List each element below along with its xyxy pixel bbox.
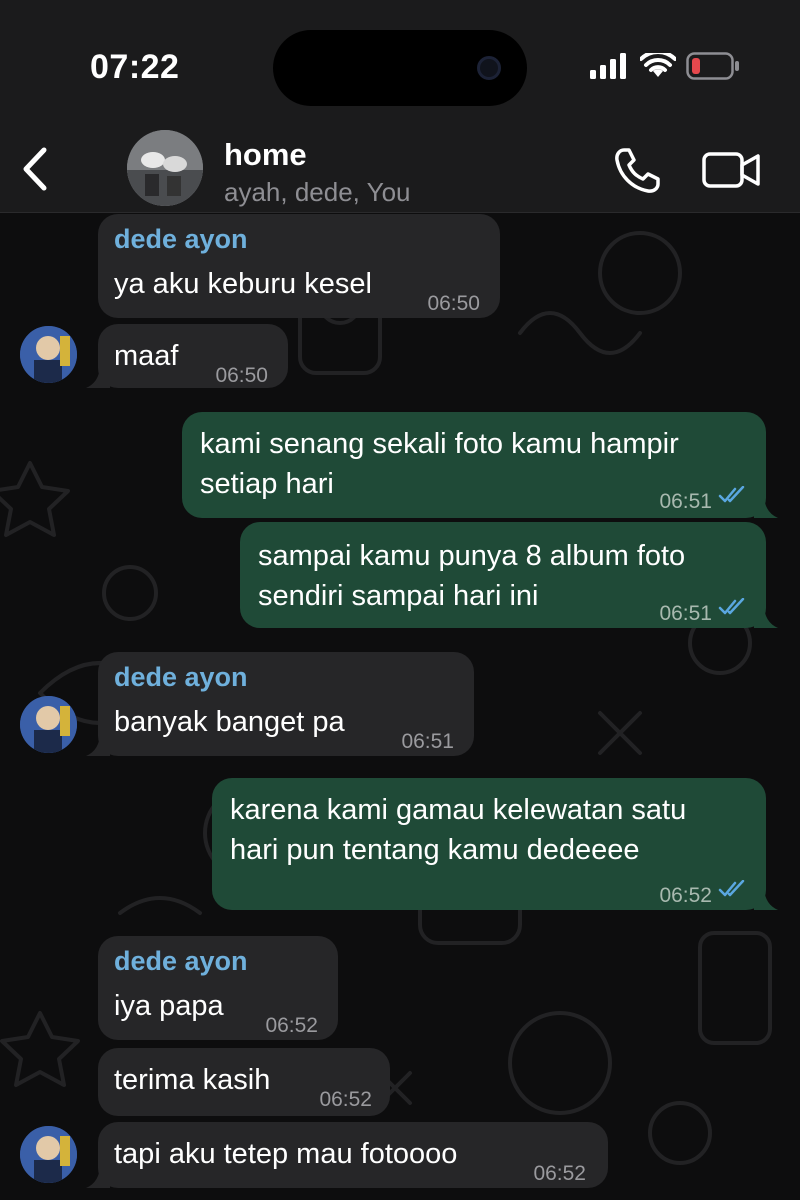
bubble-tail xyxy=(754,494,778,518)
sender-photo xyxy=(20,1126,77,1183)
message-text: sampai kamu punya 8 album foto xyxy=(258,540,686,572)
group-photo xyxy=(127,130,203,206)
message-bubble-incoming[interactable]: dede ayon ya aku keburu kesel 06:50 xyxy=(98,214,500,318)
battery-icon xyxy=(686,52,739,80)
message-bubble-incoming[interactable]: tapi aku tetep mau fotoooo 06:52 xyxy=(86,1122,608,1188)
message-bubble-incoming[interactable]: maaf 06:50 xyxy=(86,324,288,388)
sender-name: dede ayon xyxy=(114,662,248,692)
message-time: 06:52 xyxy=(319,1088,372,1111)
status-time: 07:22 xyxy=(90,48,180,86)
message-bubble-outgoing[interactable]: kami senang sekali foto kamu hampir seti… xyxy=(182,412,778,518)
back-chevron-icon[interactable] xyxy=(16,144,56,194)
sender-name: dede ayon xyxy=(114,224,248,254)
wifi-icon xyxy=(640,53,676,77)
message-text: tapi aku tetep mau fotoooo xyxy=(114,1138,458,1170)
message-bubble-incoming[interactable]: terima kasih 06:52 xyxy=(98,1048,390,1116)
bubble-tail xyxy=(86,732,110,756)
status-bar: 07:22 xyxy=(0,0,800,120)
message-text: banyak banget pa xyxy=(114,706,345,738)
message-text-line2: sendiri sampai hari ini xyxy=(258,580,539,612)
read-receipt-icon xyxy=(718,880,745,897)
message-time: 06:51 xyxy=(659,602,712,625)
video-camera-icon[interactable] xyxy=(702,148,760,192)
sender-photo xyxy=(20,326,77,383)
phone-icon[interactable] xyxy=(612,146,662,196)
dynamic-island xyxy=(273,30,527,106)
bubble-tail xyxy=(754,886,778,910)
sender-photo xyxy=(20,696,77,753)
read-receipt-icon xyxy=(718,486,745,503)
message-time: 06:51 xyxy=(401,730,454,753)
chat-members[interactable]: ayah, dede, You xyxy=(224,177,411,208)
message-time: 06:50 xyxy=(427,292,480,315)
chat-header: home ayah, dede, You xyxy=(0,120,800,213)
bubble-tail xyxy=(86,364,110,388)
message-text: karena kami gamau kelewatan satu xyxy=(230,794,687,826)
message-time: 06:52 xyxy=(659,884,712,907)
status-icons xyxy=(590,52,740,80)
message-text: terima kasih xyxy=(114,1064,271,1096)
message-time: 06:50 xyxy=(215,364,268,387)
message-text-line2: hari pun tentang kamu dedeeee xyxy=(230,834,640,866)
message-bubble-outgoing[interactable]: karena kami gamau kelewatan satu hari pu… xyxy=(212,778,778,910)
bubble-tail xyxy=(754,604,778,628)
message-text: iya papa xyxy=(114,990,224,1022)
front-camera-icon xyxy=(477,56,501,80)
message-text: kami senang sekali foto kamu hampir xyxy=(200,428,679,460)
avatar[interactable] xyxy=(20,1126,77,1183)
message-bubble-incoming[interactable]: dede ayon banyak banget pa 06:51 xyxy=(86,652,474,756)
group-avatar[interactable] xyxy=(127,130,203,206)
message-text: maaf xyxy=(114,340,179,372)
signal-icon xyxy=(590,53,626,79)
chat-title[interactable]: home xyxy=(224,137,307,173)
message-time: 06:52 xyxy=(533,1162,586,1185)
message-text: ya aku keburu kesel xyxy=(114,268,372,300)
read-receipt-icon xyxy=(718,598,745,615)
message-time: 06:52 xyxy=(265,1014,318,1037)
message-time: 06:51 xyxy=(659,490,712,513)
bubble-tail xyxy=(86,1164,110,1188)
avatar[interactable] xyxy=(20,696,77,753)
avatar[interactable] xyxy=(20,326,77,383)
sender-name: dede ayon xyxy=(114,946,248,976)
message-bubble-outgoing[interactable]: sampai kamu punya 8 album foto sendiri s… xyxy=(240,522,778,628)
message-bubble-incoming[interactable]: dede ayon iya papa 06:52 xyxy=(98,936,338,1040)
message-text-line2: setiap hari xyxy=(200,468,334,500)
